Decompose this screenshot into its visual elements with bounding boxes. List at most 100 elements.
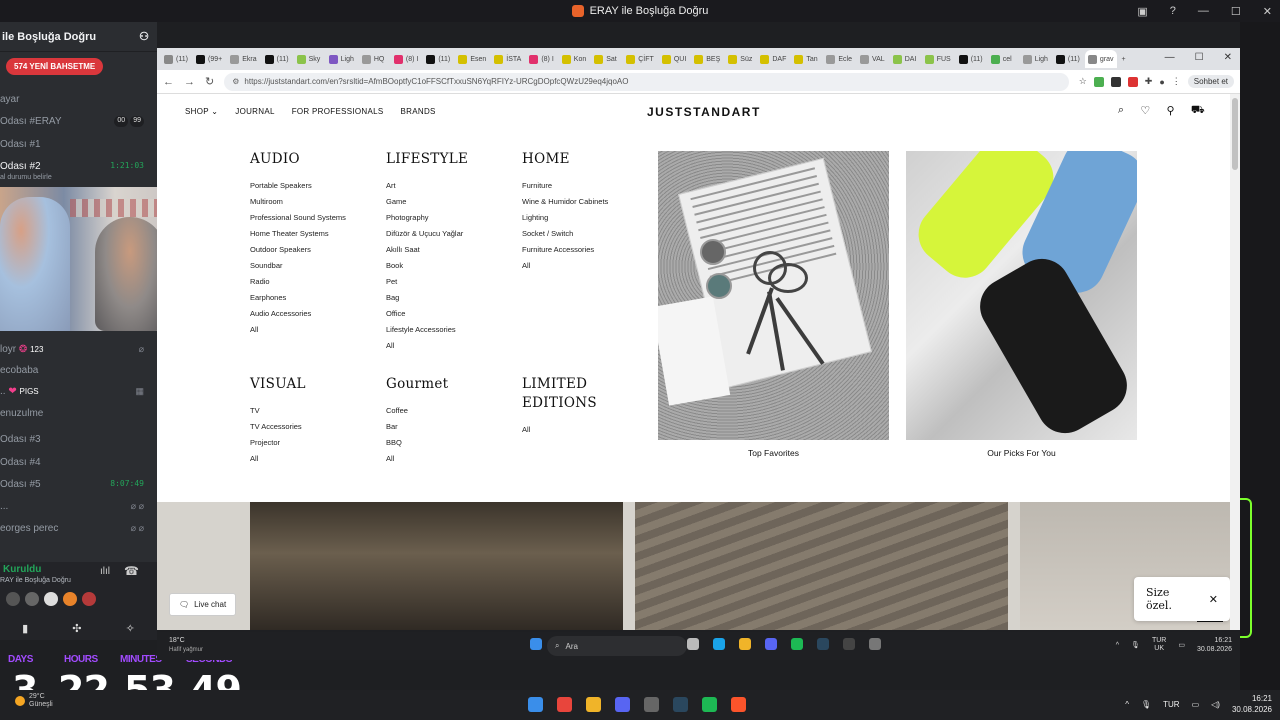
clock[interactable]: 16:21 30.08.2026	[1197, 636, 1232, 654]
heart-icon[interactable]: ♡	[1140, 104, 1150, 118]
maximize-button[interactable]: ☐	[1231, 5, 1241, 18]
mic-icon[interactable]: 🎙	[1141, 700, 1151, 709]
menu-link[interactable]: Office	[386, 306, 468, 322]
browser-tab[interactable]: Tan	[791, 50, 821, 68]
browser-tab[interactable]: grav	[1084, 50, 1117, 68]
menu-link[interactable]: All	[522, 422, 622, 438]
minimize-button[interactable]: —	[1198, 5, 1209, 17]
spotify-icon[interactable]	[791, 638, 803, 650]
chrome-icon[interactable]	[557, 697, 572, 712]
steam-icon[interactable]	[817, 638, 829, 650]
voice-user[interactable]: ... ⌀ ⌀	[0, 501, 150, 512]
menu-link[interactable]: Game	[386, 194, 468, 210]
forward-icon[interactable]: →	[184, 76, 195, 88]
network-icon[interactable]: ▭	[1192, 700, 1200, 709]
browser-tab[interactable]: Sat	[591, 50, 621, 68]
menu-link[interactable]: Wine & Humidor Cabinets	[522, 194, 608, 210]
menu-link[interactable]: Akıllı Saat	[386, 242, 468, 258]
close-icon[interactable]: ✕	[1209, 593, 1218, 606]
obs-icon[interactable]	[644, 697, 659, 712]
browser-tab[interactable]: (11)	[956, 50, 986, 68]
volume-icon[interactable]: ◁)	[1211, 700, 1220, 709]
help-icon[interactable]: ?	[1170, 5, 1176, 17]
menu-link[interactable]: TV	[250, 403, 306, 419]
server-header[interactable]: ile Boşluğa Doğru ⚇	[0, 22, 157, 52]
browser-tab[interactable]: Ligh	[326, 50, 357, 68]
language-indicator[interactable]: TUR UK	[1152, 637, 1166, 653]
activity-icon[interactable]: ✣	[72, 622, 81, 635]
menu-link[interactable]: Soundbar	[250, 258, 346, 274]
menu-link[interactable]: Earphones	[250, 290, 346, 306]
cart-icon[interactable]: ⛟	[1191, 104, 1205, 118]
voice-user[interactable]: loyr ❂ 123 ⌀	[0, 344, 150, 355]
start-icon[interactable]	[530, 638, 542, 650]
nav-journal[interactable]: JOURNAL	[235, 107, 274, 116]
browser-tab[interactable]: Süz	[725, 50, 755, 68]
site-logo[interactable]: JUSTSTANDART	[647, 105, 761, 119]
sparkle-icon[interactable]: ✧	[126, 622, 135, 635]
browser-tab[interactable]: (11)	[1053, 50, 1083, 68]
channel-item[interactable]: Odası #3	[0, 434, 150, 445]
maximize-button[interactable]: ☐	[1195, 52, 1204, 63]
channel-item[interactable]: Odası #5 8:07:49	[0, 479, 150, 490]
profile-icon[interactable]: ●	[1159, 77, 1164, 87]
taskbar-search[interactable]: ⌕ Ara	[547, 636, 687, 656]
menu-link[interactable]: Outdoor Speakers	[250, 242, 346, 258]
discord-icon[interactable]	[765, 638, 777, 650]
extension-icon[interactable]	[1093, 76, 1104, 87]
menu-link[interactable]: All	[386, 338, 468, 354]
epic-icon[interactable]	[843, 638, 855, 650]
network-icon[interactable]: ▭	[1178, 641, 1185, 649]
channel-item-active[interactable]: Odası #2 1:21:03	[0, 161, 150, 172]
page-scrollbar[interactable]	[1230, 94, 1240, 630]
voice-user[interactable]: .. ❤ PIGS ▦	[0, 386, 150, 397]
folder-icon[interactable]	[586, 697, 601, 712]
browser-tab[interactable]: İSTA	[491, 50, 524, 68]
nav-professionals[interactable]: FOR PROFESSIONALS	[292, 107, 384, 116]
browser-tab[interactable]: VAL	[857, 50, 888, 68]
browser-tab[interactable]: HQ	[359, 50, 389, 68]
channel-item[interactable]: ayar	[0, 94, 150, 105]
hero-tile[interactable]	[635, 502, 1008, 630]
browser-tab[interactable]: (8) I	[391, 50, 421, 68]
browser-tab[interactable]: ÇİFT	[623, 50, 657, 68]
menu-link[interactable]: Socket / Switch	[522, 226, 608, 242]
menu-link[interactable]: Professional Sound Systems	[250, 210, 346, 226]
chat-button[interactable]: Sohbet et	[1187, 75, 1234, 88]
menu-link[interactable]: TV Accessories	[250, 419, 306, 435]
search-icon[interactable]: ⌕	[1118, 104, 1124, 118]
menu-link[interactable]: Lifestyle Accessories	[386, 322, 468, 338]
browser-tab[interactable]: Ekra	[227, 50, 259, 68]
steam-icon[interactable]	[673, 697, 688, 712]
url-field[interactable]: ⚙ https://juststandart.com/en?srsltid=Af…	[224, 72, 1069, 91]
menu-link[interactable]: Furniture Accessories	[522, 242, 608, 258]
menu-link[interactable]: Audio Accessories	[250, 306, 346, 322]
brave-icon[interactable]	[731, 697, 746, 712]
soundboard-icon[interactable]: ılıl	[100, 566, 110, 577]
menu-link[interactable]: Difüzör & Uçucu Yağlar	[386, 226, 468, 242]
menu-link[interactable]: Home Theater Systems	[250, 226, 346, 242]
browser-tab[interactable]: cel	[988, 50, 1018, 68]
browser-tab[interactable]: DAI	[890, 50, 920, 68]
nav-brands[interactable]: BRANDS	[401, 107, 436, 116]
settings-icon[interactable]	[869, 638, 881, 650]
close-button[interactable]: ✕	[1224, 52, 1232, 63]
menu-link[interactable]: Photography	[386, 210, 468, 226]
hero-tile[interactable]	[250, 502, 623, 630]
extension-icon[interactable]	[1127, 76, 1138, 87]
promo-caption[interactable]: Top Favorites	[658, 448, 889, 458]
menu-link[interactable]: All	[386, 451, 448, 467]
spotify-icon[interactable]	[702, 697, 717, 712]
menu-link[interactable]: Bar	[386, 419, 448, 435]
browser-tab[interactable]: (11)	[423, 50, 453, 68]
camera-icon[interactable]: ▮	[22, 622, 28, 635]
menu-link[interactable]: Lighting	[522, 210, 608, 226]
browser-tab[interactable]: Esen	[455, 50, 489, 68]
promo-popup[interactable]: Size özel. ✕	[1134, 577, 1230, 621]
menu-link[interactable]: Furniture	[522, 178, 608, 194]
close-button[interactable]: ✕	[1263, 5, 1272, 18]
promo-caption[interactable]: Our Picks For You	[906, 448, 1137, 458]
screen-icon[interactable]: ▣	[1137, 5, 1147, 18]
mentions-badge[interactable]: 574 YENİ BAHSETME	[6, 58, 104, 75]
menu-link[interactable]: Art	[386, 178, 468, 194]
